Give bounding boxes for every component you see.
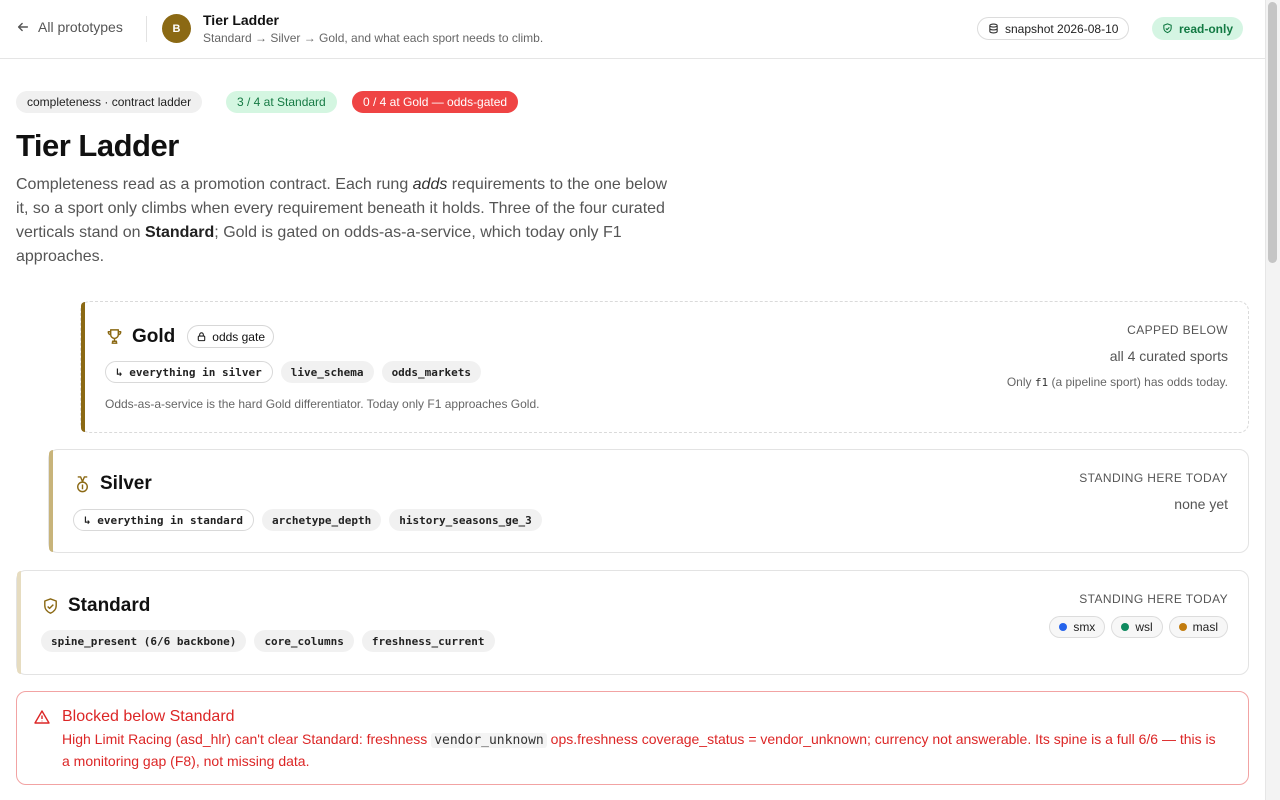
sport-color-dot	[1121, 623, 1130, 631]
status-label: CAPPED BELOW	[1127, 323, 1228, 337]
divider	[146, 16, 147, 42]
requirement-chip: ↳ everything in silver	[105, 361, 273, 383]
gold-status-badge: 0 / 4 at Gold — odds-gated	[352, 91, 519, 113]
status-label: STANDING HERE TODAY	[1079, 592, 1228, 606]
tier-header-gold: Gold odds gate	[105, 325, 274, 348]
shield-check-icon	[44, 597, 57, 614]
alert-title: Blocked below Standard	[62, 708, 235, 725]
requirement-chip: core_columns	[254, 630, 354, 652]
tier-card-gold: Gold odds gate ↳ everything in silver li…	[80, 301, 1249, 433]
tier-note: Odds-as-a-service is the hard Gold diffe…	[105, 397, 540, 411]
tier-accent-bar	[81, 302, 85, 432]
tier-accent-bar	[17, 571, 21, 674]
tier-header-silver: Silver	[73, 473, 152, 495]
requirement-chip: freshness_current	[361, 630, 495, 652]
database-icon	[989, 23, 998, 34]
sport-color-dot	[1178, 623, 1187, 631]
requirement-chip: live_schema	[280, 361, 374, 383]
requirement-list: ↳ everything in silver live_schema odds_…	[105, 361, 482, 383]
requirement-chip: ↳ everything in standard	[73, 509, 254, 531]
read-only-badge: read-only	[1152, 17, 1244, 40]
arrow-left-icon	[17, 22, 29, 32]
sport-color-dot	[1059, 623, 1068, 631]
app-title: Tier Ladder	[203, 12, 279, 28]
requirement-list: ↳ everything in standard archetype_depth…	[73, 509, 542, 531]
medal-icon	[77, 475, 88, 492]
snapshot-label: snapshot 2026-08-10	[1005, 21, 1119, 36]
tier-name: Silver	[100, 473, 152, 494]
sport-tag-list: smx wsl masl	[1049, 616, 1228, 638]
back-link[interactable]: All prototypes	[16, 19, 123, 35]
back-link-label: All prototypes	[38, 19, 123, 35]
requirement-chip: odds_markets	[381, 361, 482, 383]
requirement-chip: history_seasons_ge_3	[389, 509, 542, 531]
tier-card-standard: Standard spine_present (6/6 backbone) co…	[16, 570, 1249, 675]
trophy-icon	[107, 329, 122, 344]
status-value: all 4 curated sports	[1109, 348, 1228, 364]
shield-check-icon	[1163, 23, 1172, 34]
standard-status-badge: 3 / 4 at Standard	[226, 91, 337, 113]
tier-card-silver: Silver ↳ everything in standard archetyp…	[48, 449, 1249, 553]
tier-accent-bar	[49, 450, 53, 552]
sport-tag[interactable]: wsl	[1111, 616, 1163, 638]
status-note: Only f1 (a pipeline sport) has odds toda…	[1006, 375, 1228, 389]
avatar: B	[162, 14, 191, 43]
sport-tag[interactable]: smx	[1049, 616, 1106, 638]
warning-icon	[34, 710, 50, 724]
blocked-alert: Blocked below Standard High Limit Racing…	[16, 691, 1249, 785]
status-value: none yet	[1174, 496, 1228, 512]
tier-name: Gold	[132, 325, 176, 347]
sport-tag[interactable]: masl	[1168, 616, 1228, 638]
tier-header-standard: Standard	[41, 595, 150, 617]
app-subtitle: Standard → Silver → Gold, and what each …	[203, 31, 544, 45]
requirement-list: spine_present (6/6 backbone) core_column…	[41, 630, 495, 652]
requirement-chip: archetype_depth	[261, 509, 382, 531]
requirement-chip: spine_present (6/6 backbone)	[41, 630, 247, 652]
tier-name: Standard	[68, 595, 151, 616]
intro-paragraph: Completeness read as a promotion contrac…	[16, 176, 668, 265]
status-label: STANDING HERE TODAY	[1079, 471, 1228, 485]
lock-icon	[198, 332, 206, 342]
page-title: Tier Ladder	[16, 128, 179, 163]
snapshot-badge: snapshot 2026-08-10	[977, 17, 1130, 40]
top-bar: All prototypes B Tier Ladder Standard → …	[0, 0, 1265, 59]
alert-body: High Limit Racing (asd_hlr) can't clear …	[62, 731, 1216, 769]
odds-gate-badge: odds gate	[187, 325, 274, 348]
category-badge: completeness · contract ladder	[16, 91, 203, 113]
read-only-label: read-only	[1179, 21, 1234, 36]
scrollbar-thumb[interactable]	[1268, 2, 1277, 263]
